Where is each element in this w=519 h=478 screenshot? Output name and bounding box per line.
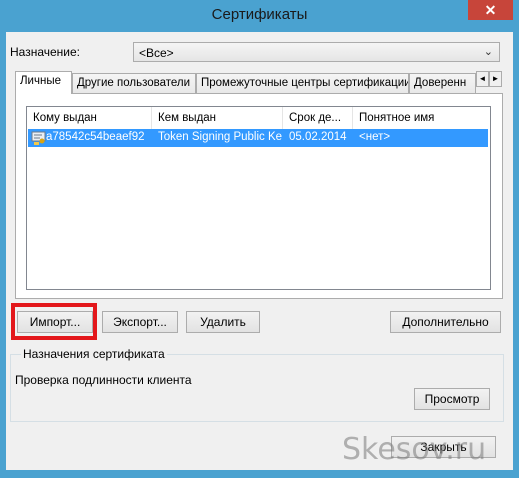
tab-scroll-right-icon[interactable]: ►: [489, 71, 502, 87]
tab-strip: Личные Другие пользователи Промежуточные…: [15, 71, 476, 94]
certificate-icon: [31, 131, 46, 145]
tab-personal[interactable]: Личные: [15, 71, 72, 94]
cell-friendly-name: <нет>: [359, 131, 391, 143]
table-row[interactable]: a78542c54beaef92 Token Signing Public Ke…: [28, 129, 488, 147]
tab-intermediate-cas[interactable]: Промежуточные центры сертификации: [196, 73, 409, 93]
purpose-label: Назначение:: [10, 45, 81, 59]
cell-expiration: 05.02.2014: [289, 131, 347, 143]
export-button[interactable]: Экспорт...: [102, 311, 178, 333]
tab-panel-personal: Кому выдан Кем выдан Срок де... Понятное…: [15, 93, 503, 299]
column-issued-by[interactable]: Кем выдан: [152, 107, 283, 129]
title-bar[interactable]: Сертификаты ✕: [0, 0, 519, 32]
cell-issued-to: a78542c54beaef92: [46, 131, 145, 143]
group-title: Назначения сертификата: [21, 347, 167, 361]
tab-scroll-left-icon[interactable]: ◄: [476, 71, 489, 87]
view-button[interactable]: Просмотр: [414, 388, 490, 410]
purpose-dropdown[interactable]: <Все> ⌄: [133, 42, 500, 62]
purpose-value: <Все>: [139, 46, 174, 60]
certificate-list[interactable]: Кому выдан Кем выдан Срок де... Понятное…: [26, 106, 491, 290]
watermark-text: Skesov.ru: [342, 432, 487, 467]
column-expiration[interactable]: Срок де...: [283, 107, 353, 129]
window-title: Сертификаты: [211, 6, 308, 23]
tab-other-people[interactable]: Другие пользователи: [72, 73, 196, 93]
cell-issued-by: Token Signing Public Key: [158, 131, 282, 143]
tab-trusted[interactable]: Доверенн: [409, 73, 476, 93]
certificates-window: Сертификаты ✕ Назначение: <Все> ⌄ Личные…: [0, 0, 519, 478]
certificate-purposes-value: Проверка подлинности клиента: [15, 373, 192, 387]
column-issued-to[interactable]: Кому выдан: [27, 107, 152, 129]
delete-button[interactable]: Удалить: [186, 311, 260, 333]
import-highlight-frame: [11, 303, 97, 340]
certificate-purposes-group: Назначения сертификата Проверка подлинно…: [10, 347, 504, 422]
dialog-client-area: Назначение: <Все> ⌄ Личные Другие пользо…: [6, 32, 513, 470]
column-friendly-name[interactable]: Понятное имя: [353, 107, 490, 129]
chevron-down-icon: ⌄: [483, 46, 493, 58]
advanced-button[interactable]: Дополнительно: [390, 311, 501, 333]
close-window-button[interactable]: ✕: [468, 0, 513, 20]
